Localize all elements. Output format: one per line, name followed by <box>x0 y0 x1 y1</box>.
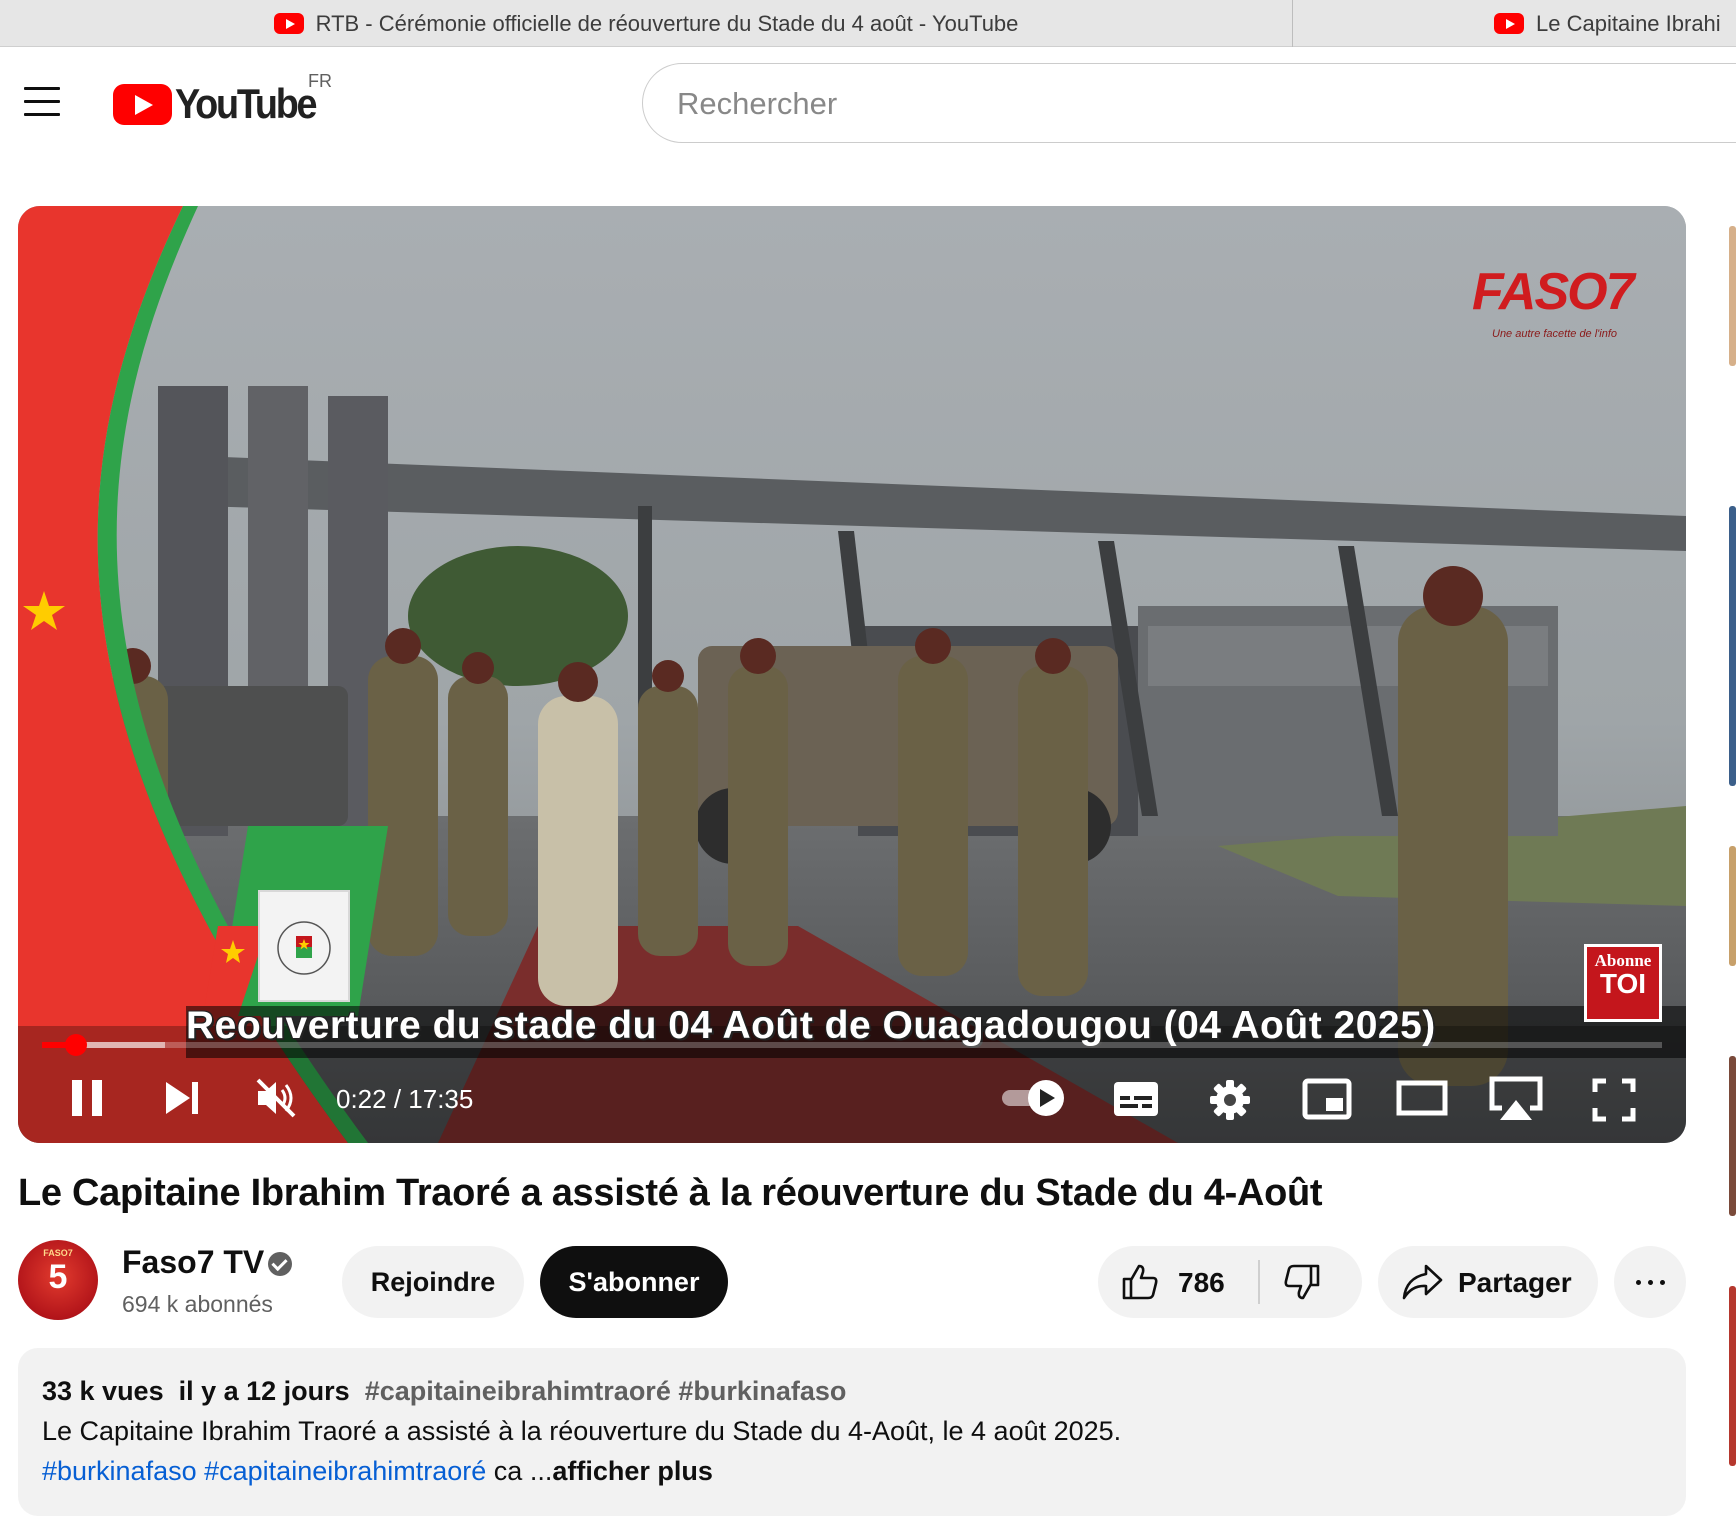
upload-date: il y a 12 jours <box>178 1376 350 1406</box>
like-dislike-group: 786 <box>1098 1246 1362 1318</box>
share-label: Partager <box>1458 1267 1572 1298</box>
settings-icon[interactable] <box>1208 1078 1252 1122</box>
thumbs-down-icon <box>1284 1264 1320 1300</box>
timecode: 0:22 / 17:35 <box>336 1084 474 1114</box>
fullscreen-icon[interactable] <box>1592 1078 1636 1122</box>
avatar-label: 5 <box>48 1258 68 1296</box>
subscriber-count: 694 k abonnés <box>122 1291 273 1317</box>
muted-icon[interactable] <box>254 1076 298 1120</box>
verified-badge-icon <box>268 1252 292 1276</box>
progress-bar[interactable] <box>42 1034 1662 1056</box>
youtube-logo-text: YouTube <box>175 80 318 127</box>
show-more-link[interactable]: afficher plus <box>552 1456 713 1486</box>
watermark-text: FASO7 <box>1472 263 1635 321</box>
theater-icon[interactable] <box>1396 1080 1448 1116</box>
browser-tab-title: RTB - Cérémonie officielle de réouvertur… <box>315 10 1019 36</box>
like-button[interactable]: 786 <box>1098 1246 1258 1318</box>
watermark-tagline: Une autre facette de l'info <box>1492 328 1618 340</box>
channel-name[interactable]: Faso7 TV <box>122 1244 264 1281</box>
hashtag-link[interactable]: #capitaineibrahimtraoré <box>204 1456 486 1486</box>
burkina-emblem-image <box>258 890 350 1002</box>
next-icon[interactable] <box>162 1078 202 1118</box>
miniplayer-icon[interactable] <box>1302 1078 1352 1120</box>
description-box[interactable]: 33 k vues il y a 12 jours #capitaineibra… <box>18 1348 1686 1516</box>
masthead: YouTube FR <box>0 47 1736 159</box>
like-count: 786 <box>1178 1267 1225 1298</box>
subtitles-icon[interactable] <box>1112 1080 1160 1118</box>
description-meta: 33 k vues il y a 12 jours #capitaineibra… <box>42 1376 846 1407</box>
subscribe-button[interactable]: S'abonner <box>540 1246 728 1318</box>
browser-tab-active[interactable]: RTB - Cérémonie officielle de réouvertur… <box>0 0 1293 47</box>
airplay-icon[interactable] <box>1488 1076 1544 1122</box>
video-player[interactable]: FASO7 Une autre facette de l'info Abonne… <box>18 206 1686 1143</box>
browser-tab-strip: RTB - Cérémonie officielle de réouvertur… <box>0 0 1736 47</box>
view-count: 33 k vues <box>42 1376 164 1406</box>
header-hashtags[interactable]: #capitaineibrahimtraoré #burkinafaso <box>365 1376 847 1406</box>
autoplay-toggle[interactable] <box>1000 1078 1070 1118</box>
description-second-line: #burkinafaso #capitaineibrahimtraoré ca … <box>42 1456 713 1487</box>
share-arrow-icon <box>1402 1264 1443 1300</box>
description-text: Le Capitaine Ibrahim Traoré a assisté à … <box>42 1416 1122 1446</box>
search-input[interactable] <box>677 84 1577 124</box>
region-code: FR <box>308 71 332 91</box>
more-actions-button[interactable] <box>1614 1246 1686 1318</box>
video-title: Le Capitaine Ibrahim Traoré a assisté à … <box>18 1172 1323 1214</box>
search-box[interactable] <box>642 63 1736 143</box>
faso7-watermark-logo: FASO7 Une autre facette de l'info <box>1472 262 1662 352</box>
share-button[interactable]: Partager <box>1378 1246 1598 1318</box>
description-truncated: ca ... <box>493 1456 553 1486</box>
youtube-logo[interactable]: YouTube <box>113 80 331 128</box>
scrubber-handle[interactable] <box>65 1034 88 1056</box>
hashtag-link[interactable]: #burkinafaso <box>42 1456 197 1486</box>
browser-tab-title: Le Capitaine Ibrahi <box>1536 10 1721 36</box>
thumbs-up-icon <box>1122 1264 1158 1300</box>
youtube-play-icon <box>113 83 172 125</box>
badge-bottom-text: TOI <box>1599 968 1647 999</box>
join-button[interactable]: Rejoindre <box>342 1246 524 1318</box>
channel-avatar[interactable]: FASO7 5 <box>18 1240 98 1320</box>
avatar-brand-text: FASO7 <box>43 1248 73 1258</box>
recommendations-sidebar-edge <box>1726 206 1736 1506</box>
youtube-favicon-icon <box>1494 13 1524 34</box>
pause-icon[interactable] <box>68 1076 108 1120</box>
dislike-button[interactable] <box>1260 1246 1360 1318</box>
menu-icon[interactable] <box>24 87 60 117</box>
lower-third-caption: Reouverture du stade du 04 Août de Ouaga… <box>186 1004 1686 1056</box>
youtube-favicon-icon <box>273 13 304 34</box>
browser-tab-inactive[interactable]: Le Capitaine Ibrahi <box>1294 0 1736 47</box>
